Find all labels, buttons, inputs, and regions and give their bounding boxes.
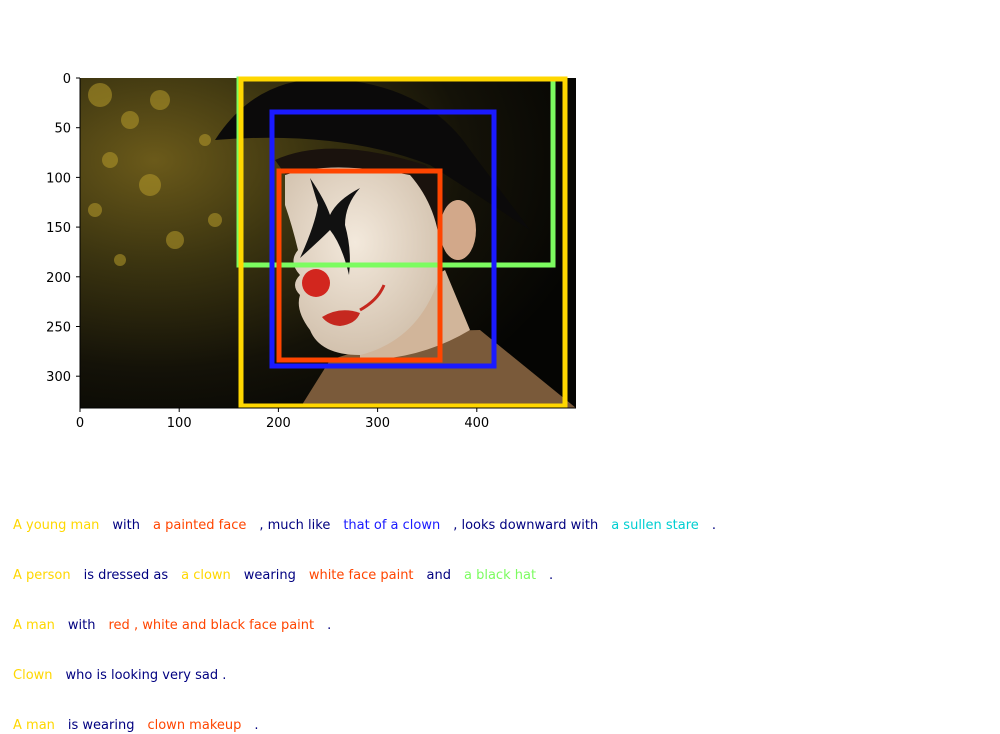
caption-phrase: . [549,568,554,583]
caption-phrase: and [426,568,451,583]
x-tick-label: 100 [167,416,192,431]
y-tick-label: 250 [46,320,71,335]
y-tick-label: 50 [54,122,71,137]
caption-phrase: a sullen stare [611,518,699,533]
caption-phrase: . [711,518,716,533]
caption-line: A young man with a painted face , much like… [13,518,716,534]
caption-phrase: a clown [181,568,231,583]
caption-phrase: who is looking very sad . [65,668,227,683]
y-ticks: 0 50 100 150 200 250 300 [46,72,80,385]
x-tick-label: 300 [365,416,390,431]
caption-phrase: , much like [259,518,331,533]
caption-line: Clown who is looking very sad . [13,668,226,684]
caption-phrase: A man [13,618,55,633]
caption-line: A man is wearing clown makeup. [13,718,259,734]
caption-phrase: wearing [243,568,296,583]
caption-phrase: Clown [13,668,53,683]
caption-phrase: . [254,718,259,733]
caption-line: A man with red , white and black face pain… [13,618,331,634]
y-tick-label: 100 [46,171,71,186]
caption-phrase: that of a clown [343,518,441,533]
caption-phrase: . [327,618,332,633]
x-tick-label: 0 [76,416,84,431]
caption-line: A person is dressed as a clown wearing white… [13,568,553,584]
y-tick-label: 200 [46,271,71,286]
caption-phrase: A person [13,568,71,583]
x-tick-label: 400 [464,416,489,431]
caption-phrase: a black hat [464,568,537,583]
caption-phrase: with [67,618,96,633]
caption-phrase: is wearing [67,718,135,733]
caption-phrase: clown makeup [147,718,242,733]
caption-phrase: a painted face [153,518,247,533]
caption-phrase: is dressed as [83,568,169,583]
caption-phrase: with [112,518,140,533]
x-ticks: 0 100 200 300 400 [76,408,489,431]
caption-phrase: , looks downward with [453,518,599,533]
caption-phrase: red , white and black face paint [108,618,315,633]
caption-phrase: A man [13,718,55,733]
annotated-figure: 0 100 200 300 400 0 50 100 150 200 250 300 [46,72,576,431]
y-tick-label: 150 [46,221,71,236]
y-tick-label: 0 [63,72,71,87]
y-tick-label: 300 [46,370,71,385]
x-tick-label: 200 [266,416,291,431]
caption-phrase: white face paint [308,568,414,583]
caption-phrase: A young man [13,518,100,533]
